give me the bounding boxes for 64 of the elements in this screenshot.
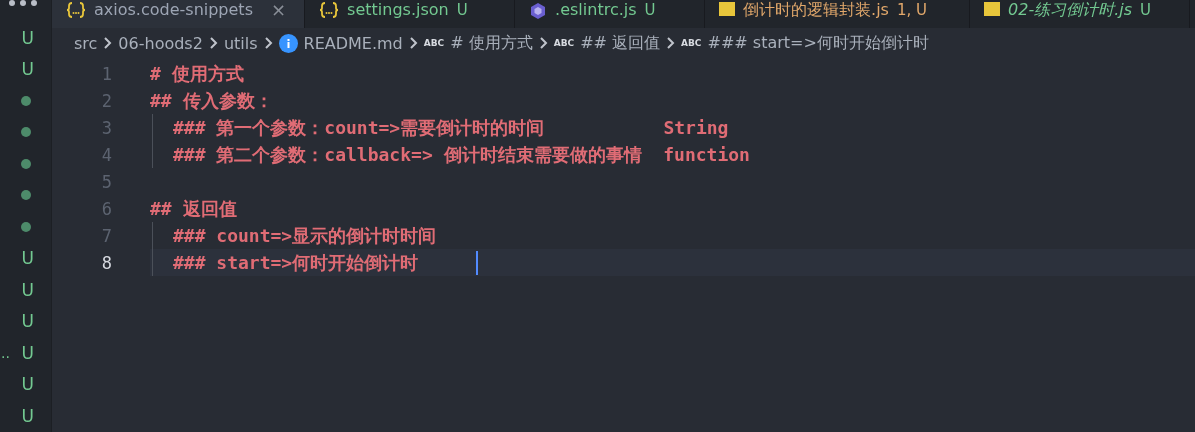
code-line: # 使用方式 <box>150 61 244 86</box>
modified-dot-icon <box>21 190 31 201</box>
tab-label: axios.code-snippets <box>94 0 253 20</box>
git-status-label: U <box>21 59 34 80</box>
file-name: .. <box>1 344 10 361</box>
chevron-right-icon <box>666 37 676 49</box>
breadcrumb-item[interactable]: # 使用方式 <box>450 32 533 54</box>
line-number: 1 <box>100 63 112 84</box>
braces-icon <box>66 2 86 18</box>
tab-label: 倒计时的逻辑封装.js <box>743 0 889 20</box>
tab-label: .eslintrc.js <box>555 0 637 20</box>
git-status-label: U <box>21 279 34 300</box>
breadcrumb-item[interactable]: README.md <box>303 33 403 53</box>
breadcrumb-item[interactable]: utils <box>223 33 258 53</box>
close-icon[interactable]: × <box>271 0 287 20</box>
breadcrumb-item[interactable]: ## 返回值 <box>580 32 661 54</box>
line-number: 7 <box>100 225 112 246</box>
symbol-icon: ABC <box>553 38 575 48</box>
chevron-right-icon <box>408 37 418 49</box>
editor-tab[interactable]: axios.code-snippets × <box>52 0 306 28</box>
line-number: 8 <box>100 252 112 273</box>
git-status-label: U <box>644 0 656 20</box>
js-file-icon <box>719 2 736 16</box>
git-status-label: U <box>21 374 34 395</box>
code-line: ### count=>显示的倒计时时间 <box>173 223 437 248</box>
text-cursor <box>476 250 479 275</box>
code-line: ## 传入参数： <box>150 88 273 113</box>
code-line: ### 第二个参数：callback=> 倒计时结束需要做的事情 function <box>173 142 750 167</box>
line-number: 3 <box>100 117 112 138</box>
symbol-icon: ABC <box>681 38 702 48</box>
tab-label: settings.json <box>347 0 449 20</box>
modified-dot-icon <box>21 95 31 106</box>
braces-icon <box>319 2 340 18</box>
symbol-icon: ABC <box>423 38 445 48</box>
git-status-label: 1, U <box>896 0 927 20</box>
line-number: 2 <box>100 90 112 111</box>
chevron-right-icon <box>208 37 218 49</box>
chevron-right-icon <box>538 37 548 49</box>
breadcrumb-item[interactable]: ### start=>何时开始倒计时 <box>707 32 929 54</box>
code-line: ### 第一个参数：count=>需要倒计时的时间 String <box>173 115 729 140</box>
git-status-label: U <box>456 0 468 20</box>
git-status-label: U <box>21 405 34 426</box>
code-line: ### start=>何时开始倒计时 <box>173 250 419 275</box>
git-status-label: U <box>21 311 34 332</box>
breadcrumb-item[interactable]: src <box>74 33 98 53</box>
line-number: 4 <box>100 144 112 165</box>
line-number: 5 <box>100 171 112 192</box>
line-number: 6 <box>100 198 112 219</box>
chevron-right-icon <box>103 37 113 49</box>
hexagon-icon <box>529 2 548 20</box>
modified-dot-icon <box>21 127 31 138</box>
info-icon <box>278 33 298 53</box>
chevron-right-icon <box>263 37 273 49</box>
code-line: ## 返回值 <box>150 196 237 221</box>
tab-label: 02-练习倒计时.js <box>1008 0 1133 20</box>
modified-dot-icon <box>21 158 31 169</box>
git-status-label: U <box>21 342 34 363</box>
git-status-label: U <box>21 27 34 48</box>
modified-dot-icon <box>21 221 31 232</box>
git-status-label: U <box>1140 0 1152 20</box>
git-status-label: U <box>21 248 34 269</box>
more-icon[interactable] <box>8 0 38 8</box>
js-file-icon <box>984 2 1001 16</box>
breadcrumb-item[interactable]: 06-hoods2 <box>118 33 203 53</box>
